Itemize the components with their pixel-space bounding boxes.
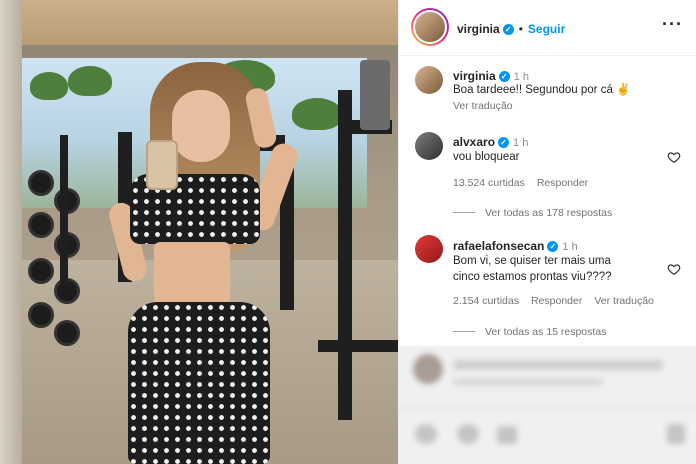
author-username[interactable]: virginia	[457, 22, 500, 36]
view-replies-label[interactable]: Ver todas as 178 respostas	[485, 207, 612, 219]
face	[172, 90, 230, 162]
reply-button[interactable]: Responder	[531, 295, 582, 307]
post-header: virginia ✓ • Seguir ···	[399, 0, 696, 56]
gym-machine	[60, 135, 68, 285]
palm-tree	[30, 72, 68, 100]
mirror-frame	[0, 0, 22, 464]
verified-badge-icon: ✓	[547, 241, 559, 252]
comment-username[interactable]: rafaelafonsecan	[453, 239, 544, 253]
palm-tree	[68, 66, 112, 96]
caption-username[interactable]: virginia	[453, 69, 496, 83]
caption-avatar[interactable]	[415, 66, 443, 94]
caption-time: 1 h	[513, 71, 529, 83]
comment-item: rafaelafonsecan ✓ 1 h Bom vi, se quiser te…	[399, 230, 696, 345]
heart-icon[interactable]	[667, 262, 681, 276]
comment-likes[interactable]: 13.524 curtidas	[453, 177, 525, 189]
caption-translate[interactable]: Ver tradução	[453, 100, 513, 112]
ceiling	[0, 0, 398, 45]
more-icon[interactable]: ···	[662, 14, 683, 35]
view-replies[interactable]: Ver todas as 178 respostas	[453, 207, 612, 219]
comment-text: vou bloquear	[453, 151, 520, 163]
polka-dot-pants	[128, 302, 270, 464]
replies-divider	[453, 331, 475, 332]
comment-avatar[interactable]	[415, 235, 443, 263]
comment-text-line: cinco estamos prontas viu????	[453, 271, 612, 283]
comment-time: 1 h	[513, 137, 529, 149]
verified-badge-icon: ✓	[502, 24, 514, 35]
phone	[146, 140, 178, 190]
dumbbell-rack	[24, 160, 94, 360]
view-replies-label[interactable]: Ver todas as 15 respostas	[485, 326, 606, 338]
reply-button[interactable]: Responder	[537, 177, 588, 189]
gym-machine	[338, 90, 352, 420]
gym-machine	[318, 340, 398, 352]
author-avatar[interactable]	[411, 8, 449, 46]
blurred-area	[399, 346, 696, 464]
person	[106, 62, 320, 464]
comments-panel: virginia ✓ • Seguir ··· virginia ✓ 1 h Boa ta…	[398, 0, 696, 464]
comment-time: 1 h	[562, 241, 578, 253]
replies-divider	[453, 212, 475, 213]
verified-badge-icon: ✓	[498, 137, 510, 148]
separator-dot: •	[518, 22, 523, 36]
verified-badge-icon: ✓	[498, 71, 510, 82]
heart-icon[interactable]	[667, 150, 681, 164]
comment-text-line: Bom vi, se quiser ter mais uma	[453, 255, 611, 267]
comment-meta: 13.524 curtidas Responder	[453, 177, 600, 189]
comment-item: alvxaro ✓ 1 h vou bloquear 13.524 curtidas…	[399, 126, 696, 226]
comment-username[interactable]: alvxaro	[453, 135, 495, 149]
caption: virginia ✓ 1 h Boa tardeee!! Segundou por …	[399, 62, 696, 112]
column	[360, 60, 390, 130]
post-photo	[0, 0, 398, 464]
follow-button[interactable]: Seguir	[528, 22, 565, 36]
view-replies[interactable]: Ver todas as 15 respostas	[453, 326, 606, 338]
translate-button[interactable]: Ver tradução	[594, 295, 654, 307]
caption-text: Boa tardeee!! Segundou por cá ✌	[453, 84, 631, 96]
comment-avatar[interactable]	[415, 132, 443, 160]
comment-likes[interactable]: 2.154 curtidas	[453, 295, 519, 307]
comment-meta: 2.154 curtidas Responder Ver tradução	[453, 295, 666, 307]
